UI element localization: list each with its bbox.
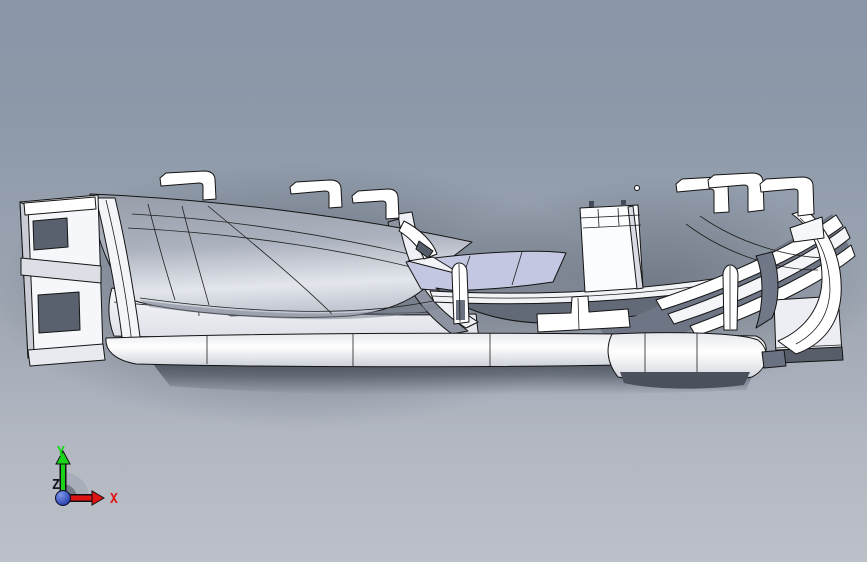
snap-pin-right[interactable] <box>722 264 739 331</box>
bracket-hole-upper <box>32 217 69 251</box>
z-axis-label: Z <box>52 478 60 493</box>
bracket-hole-lower <box>37 291 81 334</box>
snap-pin-left[interactable] <box>451 262 470 325</box>
mounting-hooks-right[interactable] <box>675 172 815 217</box>
orientation-triad: Z Y X <box>52 445 118 507</box>
x-axis-label: X <box>110 492 118 507</box>
sill-end-right[interactable] <box>607 332 767 389</box>
cad-viewport[interactable]: Z Y X <box>0 0 867 562</box>
left-end-bracket[interactable] <box>19 194 106 367</box>
tower-boss[interactable] <box>579 200 644 293</box>
cad-model[interactable] <box>19 170 856 396</box>
z-axis-sphere <box>55 490 71 506</box>
viewport-canvas[interactable]: Z Y X <box>0 0 867 562</box>
y-axis-label: Y <box>57 445 65 460</box>
